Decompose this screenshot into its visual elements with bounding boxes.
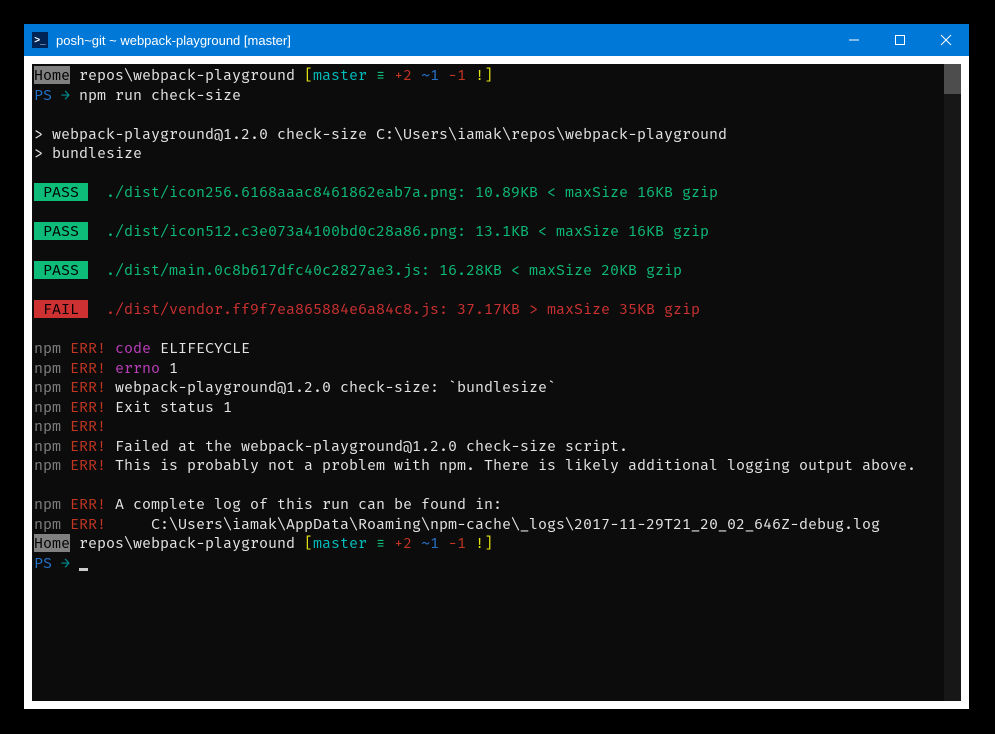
minimize-button[interactable] <box>831 24 877 56</box>
window-title: posh~git ~ webpack-playground [master] <box>56 33 831 48</box>
maximize-button[interactable] <box>877 24 923 56</box>
close-button[interactable] <box>923 24 969 56</box>
terminal-body[interactable]: Home repos\webpack-playground [master ≡ … <box>24 56 969 709</box>
terminal-window: >_ posh~git ~ webpack-playground [master… <box>24 24 969 709</box>
scrollbar[interactable] <box>944 64 961 701</box>
powershell-icon: >_ <box>32 32 48 48</box>
terminal-content: Home repos\webpack-playground [master ≡ … <box>34 66 959 573</box>
window-controls <box>831 24 969 56</box>
scrollbar-thumb[interactable] <box>944 64 961 94</box>
titlebar[interactable]: >_ posh~git ~ webpack-playground [master… <box>24 24 969 56</box>
